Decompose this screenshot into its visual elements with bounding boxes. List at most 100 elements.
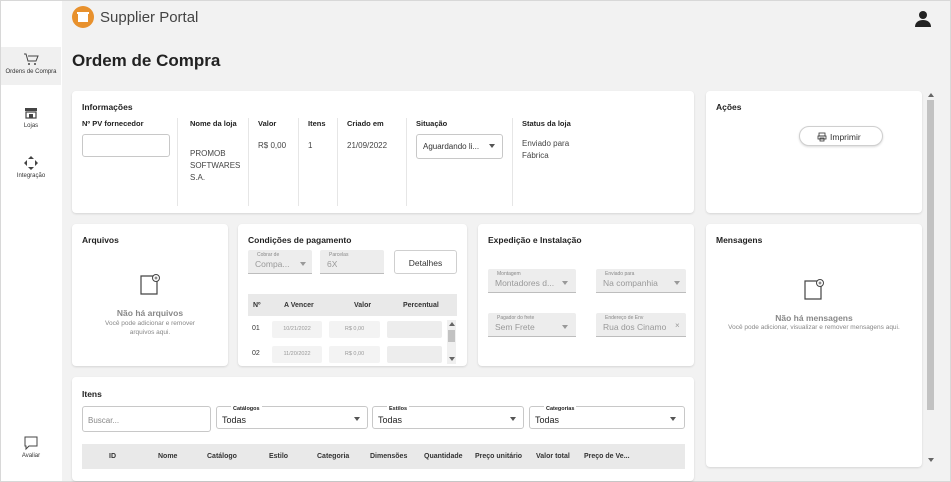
user-icon[interactable] [914, 10, 932, 28]
enviado-select[interactable]: Enviado para Na companhia [596, 269, 686, 293]
chevron-down-icon [562, 281, 568, 285]
col-preco-unitario[interactable]: Preço unitário [475, 453, 522, 460]
detalhes-button[interactable]: Detalhes [394, 250, 457, 274]
info-title: Informações [82, 102, 133, 112]
montagem-label: Montagem [497, 271, 521, 277]
detalhes-label: Detalhes [408, 258, 443, 268]
parcelas-field[interactable]: Parcelas 6X [320, 250, 384, 274]
parcelas-value: 6X [327, 259, 338, 269]
store-icon [25, 108, 37, 119]
montagem-select[interactable]: Montagem Montadores d... [488, 269, 576, 293]
valor-value: R$ 0,00 [258, 141, 287, 150]
chat-icon [24, 436, 38, 451]
col-estilo[interactable]: Estilo [269, 453, 288, 460]
itens-title: Itens [82, 389, 102, 399]
print-button[interactable]: Imprimir [799, 126, 883, 146]
col-valor-total[interactable]: Valor total [536, 453, 570, 460]
col-nome[interactable]: Nome [158, 453, 177, 460]
row-percentual[interactable] [387, 321, 442, 338]
situacao-value: Aguardando li... [423, 142, 480, 151]
pagador-value: Sem Frete [495, 322, 535, 332]
categorias-select[interactable]: Categorias Todas [529, 406, 685, 429]
sidebar-item-label: Lojas [23, 123, 39, 129]
row-n: 02 [252, 350, 260, 357]
chevron-down-icon [674, 281, 680, 285]
col-preco-venda[interactable]: Preço de Ve... [584, 453, 630, 460]
itens-table-header: ID Nome Catálogo Estilo Categoria Dimens… [82, 444, 685, 469]
chevron-down-icon [489, 144, 495, 148]
row-vencer: 10/21/2022 [272, 321, 322, 338]
valor-label: Valor [258, 119, 277, 128]
col-categoria[interactable]: Categoria [317, 453, 349, 460]
col-percentual: Percentual [403, 302, 439, 309]
col-dimensoes[interactable]: Dimensões [370, 453, 407, 460]
sidebar-item-lojas[interactable]: Lojas [1, 105, 61, 133]
sidebar-item-avaliar[interactable]: Avaliar [1, 435, 61, 463]
info-card: Informações Nº PV fornecedor Nome da loj… [72, 91, 694, 213]
integration-icon [24, 156, 38, 170]
print-label: Imprimir [830, 132, 861, 142]
page-title: Ordem de Compra [72, 51, 221, 70]
endereco-label: Endereço de Env [605, 315, 644, 321]
divider [298, 118, 299, 206]
expedicao-title: Expedição e Instalação [488, 235, 582, 245]
cart-icon [24, 53, 39, 65]
divider [406, 118, 407, 206]
col-id[interactable]: ID [109, 453, 116, 460]
col-vencer: A Vencer [284, 302, 314, 309]
row-n: 01 [252, 325, 260, 332]
mensagens-empty-title: Não há mensagens [775, 313, 853, 323]
endereco-field[interactable]: Endereço de Env Rua dos Cinamo × [596, 313, 686, 337]
sidebar-item-integracao[interactable]: Integração [1, 155, 61, 183]
itens-value: 1 [308, 141, 313, 150]
acoes-title: Ações [716, 102, 742, 112]
endereco-value: Rua dos Cinamo [603, 322, 667, 332]
criado-value: 21/09/2022 [347, 141, 388, 150]
scroll-down-icon[interactable] [928, 458, 934, 462]
col-catalogo[interactable]: Catálogo [207, 453, 237, 460]
scrollbar-thumb[interactable] [448, 330, 455, 342]
mensagens-card: Mensagens Não há mensagens Você pode adi… [706, 224, 922, 467]
col-quantidade[interactable]: Quantidade [424, 453, 463, 460]
sidebar-item-ordens[interactable]: Ordens de Compra [1, 47, 61, 85]
itens-label: Itens [308, 119, 326, 128]
divider [337, 118, 338, 206]
chevron-down-icon [670, 417, 676, 421]
arquivos-title: Arquivos [82, 235, 119, 245]
scroll-up-icon[interactable] [928, 93, 934, 97]
itens-card: Itens Buscar... Catálogos Todas Estilos … [72, 377, 694, 481]
col-valor: Valor [354, 302, 372, 309]
chevron-down-icon [562, 325, 568, 329]
chevron-down-icon [510, 417, 516, 421]
printer-icon [817, 132, 827, 142]
pv-label: Nº PV fornecedor [82, 119, 144, 128]
montagem-value: Montadores d... [495, 278, 555, 288]
cobrar-value: Compa... [255, 259, 290, 269]
scroll-down-icon[interactable] [449, 357, 455, 361]
scroll-up-icon[interactable] [449, 322, 455, 326]
mensagens-empty-sub: Você pode adicionar, visualizar e remove… [728, 324, 900, 331]
catalogos-select[interactable]: Catálogos Todas [216, 406, 368, 429]
pagador-label: Pagador do frete [497, 315, 535, 321]
top-bar: Supplier Portal [62, 1, 950, 37]
catalogos-label: Catálogos [231, 406, 262, 412]
cobrar-select[interactable]: Cobrar de Compa... [248, 250, 312, 274]
estilos-value: Todas [378, 415, 403, 425]
pv-input[interactable] [82, 134, 170, 157]
arquivos-card: Arquivos Não há arquivos Você pode adici… [72, 224, 228, 366]
brand-name: Supplier Portal [100, 9, 199, 26]
estilos-select[interactable]: Estilos Todas [372, 406, 524, 429]
arquivos-empty-sub: Você pode adicionar e remover arquivos a… [105, 320, 195, 336]
row-percentual[interactable] [387, 346, 442, 363]
catalogos-value: Todas [222, 415, 247, 425]
brand-logo-icon [72, 6, 94, 28]
pagador-select[interactable]: Pagador do frete Sem Frete [488, 313, 576, 337]
sidebar: Ordens de Compra Lojas Integração Avalia… [1, 1, 61, 481]
clear-icon[interactable]: × [675, 321, 680, 330]
page-scrollbar-thumb[interactable] [927, 100, 934, 410]
search-input[interactable]: Buscar... [82, 406, 211, 432]
chevron-down-icon [354, 417, 360, 421]
expedicao-card: Expedição e Instalação Montagem Montador… [478, 224, 694, 366]
pagamento-table-header: Nº A Vencer Valor Percentual [248, 294, 457, 316]
situacao-label: Situação [416, 119, 448, 128]
